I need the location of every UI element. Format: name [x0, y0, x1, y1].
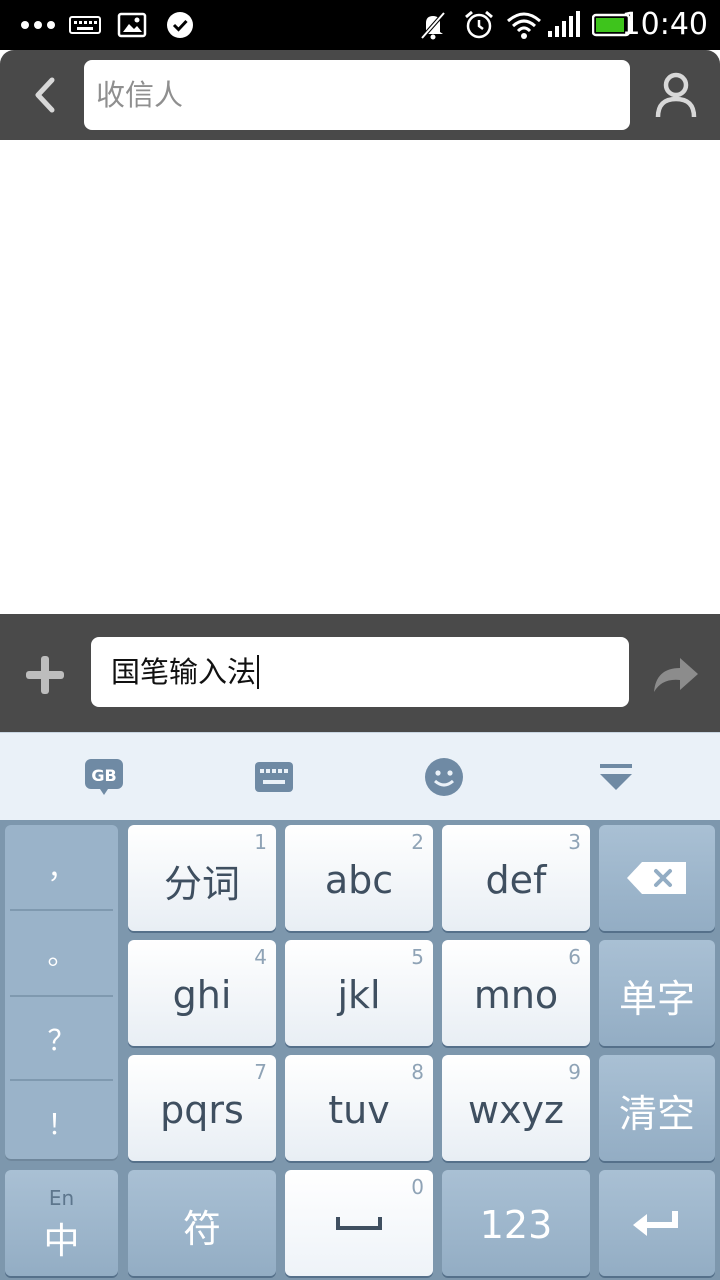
back-icon: [35, 77, 55, 113]
key-label: ghi: [172, 973, 232, 1017]
key-8[interactable]: 8 tuv: [285, 1055, 433, 1161]
image-icon: [116, 10, 148, 40]
recipient-input[interactable]: [84, 60, 630, 130]
key-number: 7: [254, 1060, 267, 1084]
key-label: 分词: [163, 861, 240, 906]
hide-keyboard-icon: [600, 764, 632, 790]
more-dots-icon: [18, 10, 58, 40]
key-number: 4: [254, 945, 267, 969]
plus-icon: [26, 656, 64, 694]
message-thread: [0, 140, 720, 614]
key-period[interactable]: 。: [5, 911, 118, 995]
key-label: wxyz: [467, 1088, 564, 1132]
key-number: 5: [411, 945, 424, 969]
key-label: 符: [182, 1206, 221, 1251]
key-label: 清空: [618, 1091, 695, 1136]
keyboard-toolbar: GB: [0, 732, 720, 820]
keyboard-layout-button[interactable]: [252, 755, 296, 799]
key-question[interactable]: ？: [5, 997, 118, 1081]
key-number: 3: [568, 830, 581, 854]
text-cursor: [257, 655, 260, 689]
emoji-icon: [425, 758, 463, 796]
punctuation-column: ， 。 ？ ！: [5, 825, 118, 1161]
language-switch-key[interactable]: En 中: [5, 1170, 118, 1276]
wifi-icon: [506, 10, 542, 40]
gb-logo-icon: GB: [85, 759, 123, 795]
key-number: 6: [568, 945, 581, 969]
key-5[interactable]: 5 jkl: [285, 940, 433, 1046]
key-label: 123: [479, 1203, 553, 1247]
send-button[interactable]: [650, 652, 702, 698]
compose-bar: 国笔输入法: [0, 614, 720, 732]
key-4[interactable]: 4 ghi: [128, 940, 276, 1046]
key-number: 1: [254, 830, 267, 854]
key-number: 0: [411, 1175, 424, 1199]
key-2[interactable]: 2 abc: [285, 825, 433, 931]
key-1[interactable]: 1 分词: [128, 825, 276, 931]
status-bar: 10:40: [0, 0, 720, 50]
attach-button[interactable]: [22, 652, 68, 698]
key-number: 2: [411, 830, 424, 854]
mute-icon: [416, 10, 450, 40]
key-label: 单字: [618, 976, 695, 1021]
language-primary-label: 中: [43, 1221, 80, 1262]
keyboard-icon: [68, 10, 102, 40]
recipient-header: [0, 50, 720, 140]
alarm-icon: [462, 10, 496, 40]
key-label: pqrs: [160, 1088, 244, 1132]
backspace-key[interactable]: [599, 825, 715, 931]
keyboard: ， 。 ？ ！ 1 分词 2 abc 3 def 4 ghi 5 jkl 6 mno 单字 …: [0, 820, 720, 1280]
clear-key[interactable]: 清空: [599, 1055, 715, 1161]
key-number: 8: [411, 1060, 424, 1084]
back-button[interactable]: [22, 72, 68, 118]
space-icon: [336, 1217, 382, 1230]
emoji-button[interactable]: [422, 755, 466, 799]
contact-icon: [655, 72, 697, 118]
key-comma[interactable]: ，: [5, 825, 118, 909]
send-icon: [654, 658, 698, 692]
symbols-key[interactable]: 符: [128, 1170, 276, 1276]
keyboard-layout-icon: [255, 762, 293, 792]
key-7[interactable]: 7 pqrs: [128, 1055, 276, 1161]
svg-text:GB: GB: [91, 766, 116, 785]
key-label: def: [485, 858, 547, 902]
enter-key[interactable]: [599, 1170, 715, 1276]
status-time: 10:40: [621, 7, 708, 42]
key-3[interactable]: 3 def: [442, 825, 590, 931]
key-9[interactable]: 9 wxyz: [442, 1055, 590, 1161]
contact-picker-button[interactable]: [650, 68, 702, 124]
key-label: abc: [324, 858, 394, 902]
hide-keyboard-button[interactable]: [594, 755, 638, 799]
numbers-key[interactable]: 123: [442, 1170, 590, 1276]
backspace-icon: [627, 862, 686, 894]
space-key[interactable]: 0: [285, 1170, 433, 1276]
key-label: jkl: [337, 973, 381, 1017]
signal-icon: [546, 10, 582, 40]
key-exclaim[interactable]: ！: [5, 1081, 118, 1165]
key-label: tuv: [328, 1088, 390, 1132]
single-char-key[interactable]: 单字: [599, 940, 715, 1046]
enter-icon: [633, 1211, 678, 1236]
check-circle-icon: [164, 10, 196, 40]
message-text: 国笔输入法: [111, 655, 257, 689]
message-input[interactable]: 国笔输入法: [91, 637, 629, 707]
language-secondary-label: En: [48, 1186, 75, 1210]
key-number: 9: [568, 1060, 581, 1084]
key-label: mno: [473, 973, 559, 1017]
gb-logo-button[interactable]: GB: [82, 755, 126, 799]
key-6[interactable]: 6 mno: [442, 940, 590, 1046]
